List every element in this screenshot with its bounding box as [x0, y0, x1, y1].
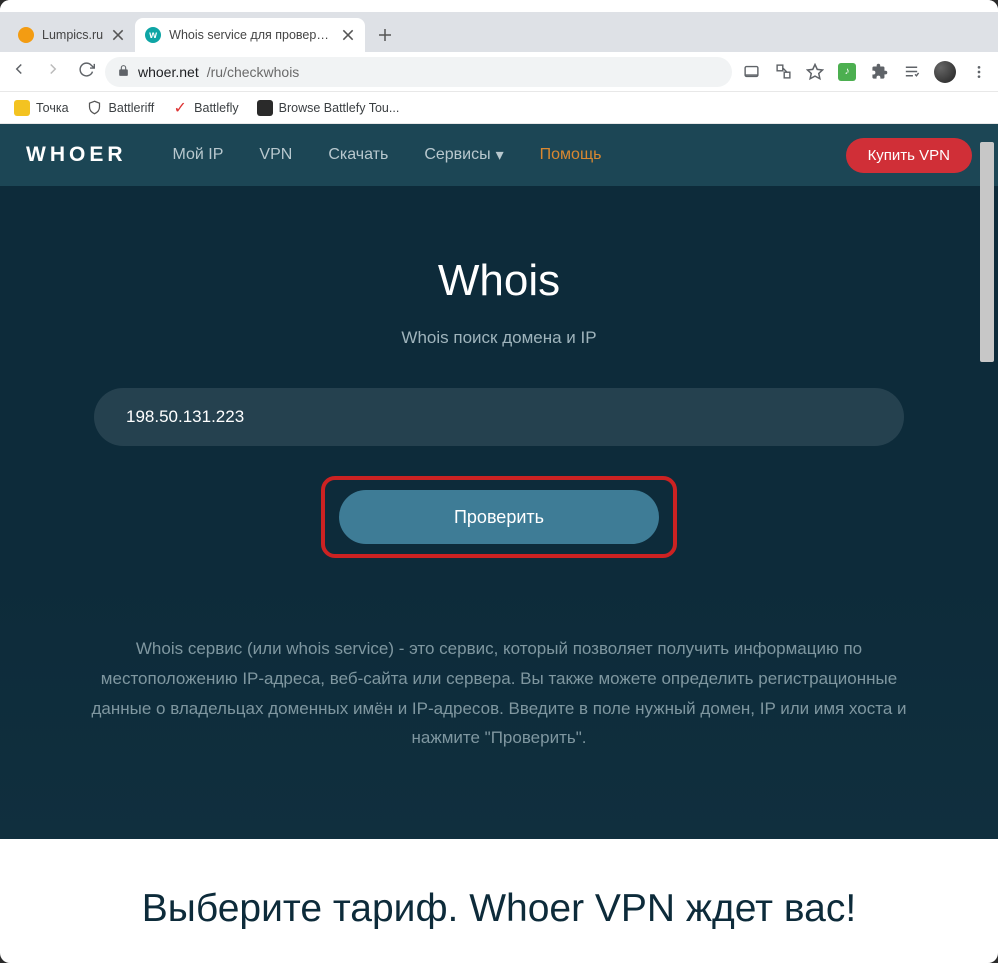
reload-button[interactable]: [78, 61, 95, 83]
nav-vpn[interactable]: VPN: [243, 146, 308, 164]
pricing-heading: Выберите тариф. Whoer VPN ждет вас!: [20, 887, 978, 931]
bookmark-icon: ✓: [172, 100, 188, 116]
buy-vpn-button[interactable]: Купить VPN: [846, 138, 972, 173]
nav-help[interactable]: Помощь: [524, 146, 618, 164]
page-subtitle: Whois поиск домена и IP: [40, 328, 958, 348]
highlight-annotation: Проверить: [321, 476, 677, 558]
close-icon[interactable]: [111, 28, 125, 42]
service-description: Whois сервис (или whois service) - это с…: [79, 634, 919, 753]
page-content: WHOER Мой IP VPN Скачать Сервисы ▾ Помощ…: [0, 124, 998, 963]
browser-toolbar: whoer.net/ru/checkwhois ♪: [0, 52, 998, 92]
bookmark-battlefy[interactable]: Browse Battlefy Tou...: [257, 100, 400, 116]
bookmark-icon: [14, 100, 30, 116]
nav-my-ip[interactable]: Мой IP: [157, 146, 240, 164]
bookmarks-bar: Точка Battleriff ✓ Battlefly Browse Battl…: [0, 92, 998, 124]
page-title: Whois: [40, 256, 958, 306]
nav-download[interactable]: Скачать: [312, 146, 404, 164]
menu-icon[interactable]: [970, 63, 988, 81]
chevron-down-icon: ▾: [496, 145, 504, 165]
tab-title: Lumpics.ru: [42, 28, 103, 42]
bookmark-label: Battleriff: [109, 101, 155, 115]
bookmark-label: Browse Battlefy Tou...: [279, 101, 400, 115]
translate-icon[interactable]: [774, 63, 792, 81]
url-host: whoer.net: [138, 64, 199, 80]
site-header: WHOER Мой IP VPN Скачать Сервисы ▾ Помощ…: [0, 124, 998, 186]
bookmark-label: Battlefly: [194, 101, 238, 115]
bookmark-icon: [87, 100, 103, 116]
scrollbar[interactable]: [980, 142, 994, 955]
nav-services[interactable]: Сервисы ▾: [408, 145, 519, 165]
bookmark-icon: [257, 100, 273, 116]
extensions-icon[interactable]: [870, 63, 888, 81]
tab-lumpics[interactable]: Lumpics.ru: [8, 18, 135, 52]
hero-section: Whois Whois поиск домена и IP Проверить …: [0, 186, 998, 839]
star-icon[interactable]: [806, 63, 824, 81]
bookmark-battleriff[interactable]: Battleriff: [87, 100, 155, 116]
address-bar[interactable]: whoer.net/ru/checkwhois: [105, 57, 732, 87]
close-icon[interactable]: [341, 28, 355, 42]
tab-whois[interactable]: w Whois service для проверки дом...: [135, 18, 365, 52]
pricing-section: Выберите тариф. Whoer VPN ждет вас!: [0, 839, 998, 931]
whois-input[interactable]: [94, 388, 904, 446]
tab-title: Whois service для проверки дом...: [169, 28, 333, 42]
bookmark-tochka[interactable]: Точка: [14, 100, 69, 116]
favicon-lumpics: [18, 27, 34, 43]
extension-music-icon[interactable]: ♪: [838, 63, 856, 81]
url-path: /ru/checkwhois: [207, 64, 300, 80]
bookmark-label: Точка: [36, 101, 69, 115]
bookmark-battlefly[interactable]: ✓ Battlefly: [172, 100, 238, 116]
lock-icon: [117, 64, 130, 80]
new-tab-button[interactable]: [371, 21, 399, 49]
back-button[interactable]: [10, 60, 28, 83]
nav-label: Сервисы: [424, 146, 490, 164]
profile-avatar[interactable]: [934, 61, 956, 83]
check-button[interactable]: Проверить: [339, 490, 659, 544]
scrollbar-thumb[interactable]: [980, 142, 994, 362]
reading-list-icon[interactable]: [902, 63, 920, 81]
favicon-whoer: w: [145, 27, 161, 43]
forward-button: [44, 60, 62, 83]
cast-icon[interactable]: [742, 63, 760, 81]
tab-strip: Lumpics.ru w Whois service для проверки …: [0, 12, 998, 52]
titlebar: [0, 0, 998, 12]
logo[interactable]: WHOER: [26, 143, 127, 167]
